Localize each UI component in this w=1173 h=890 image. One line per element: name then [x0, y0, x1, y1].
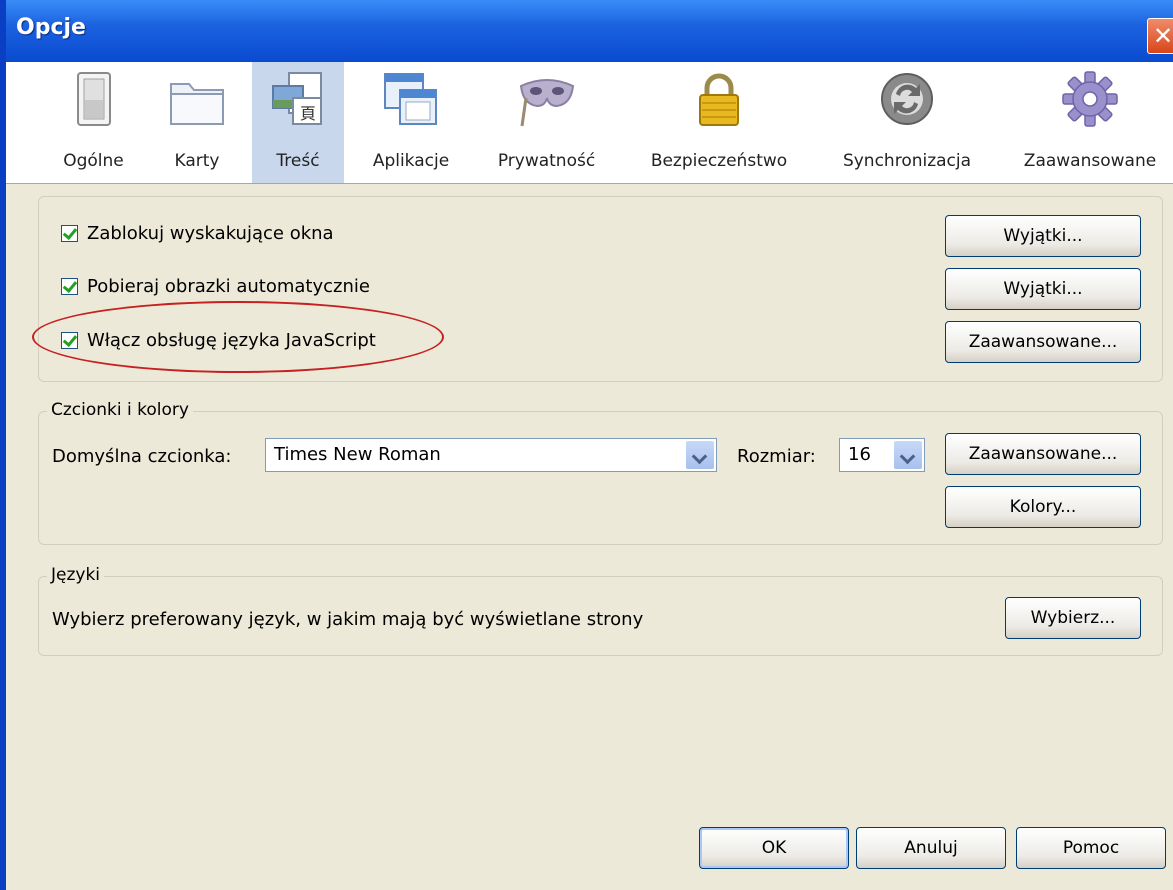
tab-advanced[interactable]: Zaawansowane	[1009, 62, 1171, 183]
svg-text:頁: 頁	[300, 104, 316, 123]
load-images-label: Pobieraj obrazki automatycznie	[87, 276, 370, 297]
switch-icon	[76, 72, 111, 126]
tab-label: Synchronizacja	[842, 151, 972, 171]
window-title: Opcje	[16, 15, 86, 40]
font-size-value: 16	[848, 444, 871, 465]
folder-tabs-icon	[170, 83, 224, 125]
options-dialog: Opcje ✕ Ogólne Karty 頁 Treść Aplikacje P…	[0, 0, 1173, 890]
ok-button[interactable]: OK	[699, 827, 849, 869]
checkbox-checked-icon[interactable]	[61, 225, 78, 242]
choose-language-button[interactable]: Wybierz...	[1005, 597, 1141, 639]
image-exceptions-button[interactable]: Wyjątki...	[945, 268, 1141, 310]
tab-label: Aplikacje	[372, 151, 450, 171]
tab-content[interactable]: 頁 Treść	[252, 62, 344, 183]
tab-label: Bezpieczeństwo	[650, 151, 788, 171]
chevron-down-icon[interactable]	[686, 441, 714, 469]
tab-label: Zaawansowane	[1023, 151, 1157, 171]
tab-label: Ogólne	[63, 151, 124, 171]
fonts-colors-title: Czcionki i kolory	[47, 400, 193, 420]
tab-label: Treść	[276, 151, 320, 171]
mask-icon	[519, 79, 574, 127]
languages-description: Wybierz preferowany język, w jakim mają …	[52, 609, 644, 630]
tab-label: Karty	[174, 151, 220, 171]
help-button[interactable]: Pomoc	[1016, 827, 1166, 869]
content-icon: 頁	[272, 72, 322, 125]
tab-security[interactable]: Bezpieczeństwo	[634, 62, 804, 183]
checkbox-checked-icon[interactable]	[61, 278, 78, 295]
title-bar[interactable]: Opcje ✕	[6, 0, 1173, 62]
javascript-advanced-button[interactable]: Zaawansowane...	[945, 321, 1141, 363]
cancel-button[interactable]: Anuluj	[856, 827, 1006, 869]
padlock-icon	[699, 73, 739, 126]
close-icon: ✕	[1152, 22, 1173, 50]
gear-icon	[1062, 71, 1118, 127]
font-size-select[interactable]: 16	[839, 438, 925, 472]
languages-title: Języki	[47, 565, 105, 585]
sync-icon	[881, 73, 933, 125]
block-popups-checkbox[interactable]: Zablokuj wyskakujące okna	[61, 223, 334, 244]
tab-toolbar: Ogólne Karty 頁 Treść Aplikacje Prywatnoś…	[6, 62, 1173, 184]
fonts-colors-group: Czcionki i kolory Domyślna czcionka: Tim…	[38, 400, 1163, 545]
tab-tabs[interactable]: Karty	[154, 62, 240, 183]
default-font-label: Domyślna czcionka:	[52, 446, 232, 467]
highlight-ellipse	[32, 301, 444, 373]
block-popups-label: Zablokuj wyskakujące okna	[87, 223, 334, 244]
default-font-value: Times New Roman	[274, 444, 441, 465]
load-images-checkbox[interactable]: Pobieraj obrazki automatycznie	[61, 276, 370, 297]
chevron-down-icon[interactable]	[894, 441, 922, 469]
tab-privacy[interactable]: Prywatność	[484, 62, 609, 183]
tab-applications[interactable]: Aplikacje	[356, 62, 466, 183]
applications-icon	[384, 73, 437, 125]
close-button[interactable]: ✕	[1147, 18, 1173, 54]
popup-exceptions-button[interactable]: Wyjątki...	[945, 215, 1141, 257]
languages-group: Języki Wybierz preferowany język, w jaki…	[38, 565, 1163, 656]
fonts-advanced-button[interactable]: Zaawansowane...	[945, 433, 1141, 475]
colors-button[interactable]: Kolory...	[945, 486, 1141, 528]
tab-general[interactable]: Ogólne	[46, 62, 141, 183]
tab-label: Prywatność	[497, 151, 596, 171]
size-label: Rozmiar:	[737, 446, 816, 467]
tab-sync[interactable]: Synchronizacja	[824, 62, 990, 183]
default-font-select[interactable]: Times New Roman	[265, 438, 717, 472]
